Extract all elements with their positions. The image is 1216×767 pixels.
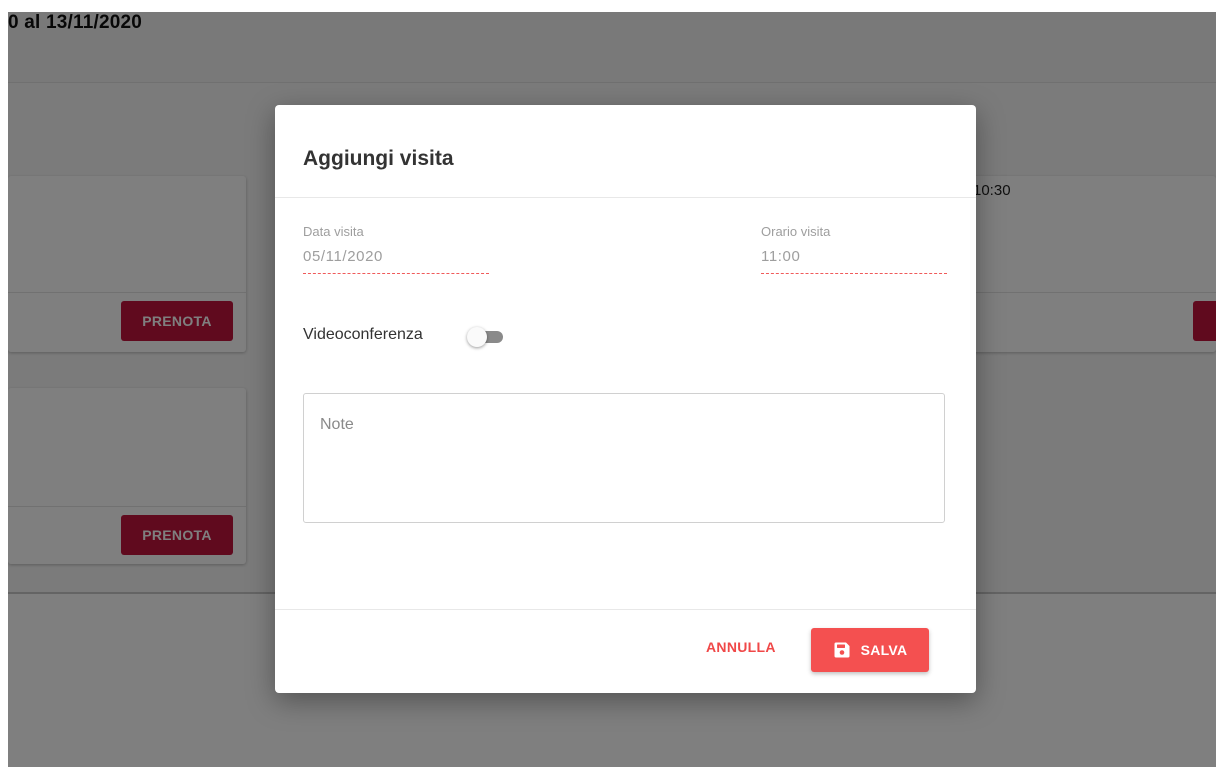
videoconference-toggle[interactable] bbox=[467, 326, 511, 348]
videoconference-label: Videoconferenza bbox=[303, 326, 423, 343]
floppy-disk-icon bbox=[834, 642, 850, 658]
time-field[interactable]: 11:00 bbox=[761, 248, 800, 265]
header-divider bbox=[275, 197, 976, 198]
window-edge bbox=[0, 0, 8, 767]
window-edge bbox=[0, 0, 1216, 12]
add-visit-dialog: Aggiungi visita Data visita 05/11/2020 O… bbox=[275, 105, 976, 693]
date-field-label: Data visita bbox=[303, 224, 364, 239]
cancel-button[interactable]: ANNULLA bbox=[706, 639, 776, 655]
save-button[interactable]: SALVA bbox=[811, 628, 929, 672]
time-field-label: Orario visita bbox=[761, 224, 831, 239]
notes-textarea[interactable] bbox=[303, 393, 945, 523]
dialog-title: Aggiungi visita bbox=[303, 147, 454, 170]
date-field-underline bbox=[303, 273, 489, 274]
footer-divider bbox=[275, 609, 976, 610]
toggle-knob bbox=[467, 327, 487, 347]
save-button-label: SALVA bbox=[860, 642, 908, 658]
app-window: PRENOTA PRENOTA 10:30 0 al 13/11/2020 Ag… bbox=[0, 0, 1216, 767]
date-field[interactable]: 05/11/2020 bbox=[303, 248, 383, 265]
time-field-underline bbox=[761, 273, 947, 274]
